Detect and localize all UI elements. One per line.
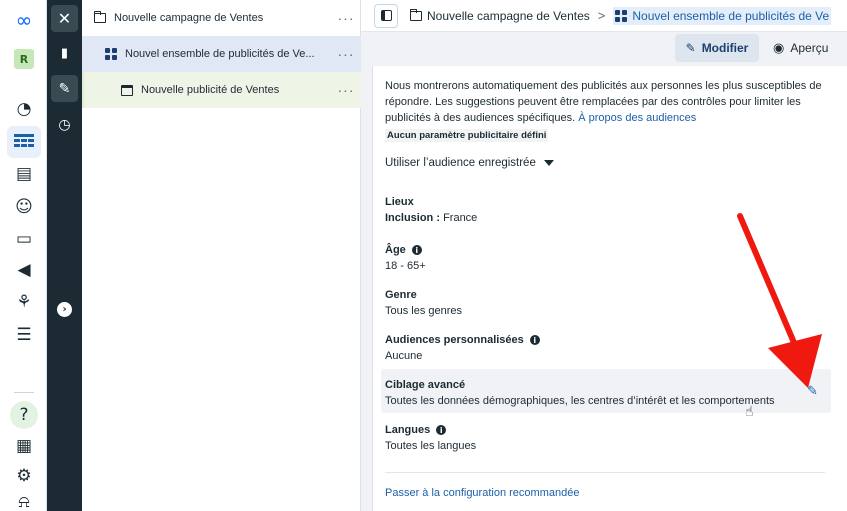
ads-manager-editor: ∞ R ◔ ▤ ☺ ▭ ◀ ⚘ ☰ ? ▦ ⚙ ⍾ ✕ ▮ ✎ ◷ › Nouv… [0,0,847,511]
arrow-shaft [737,213,798,348]
red-arrow-annotation [737,213,822,388]
mouse-cursor-icon: ☝ [745,404,754,420]
arrow-head [768,334,822,388]
